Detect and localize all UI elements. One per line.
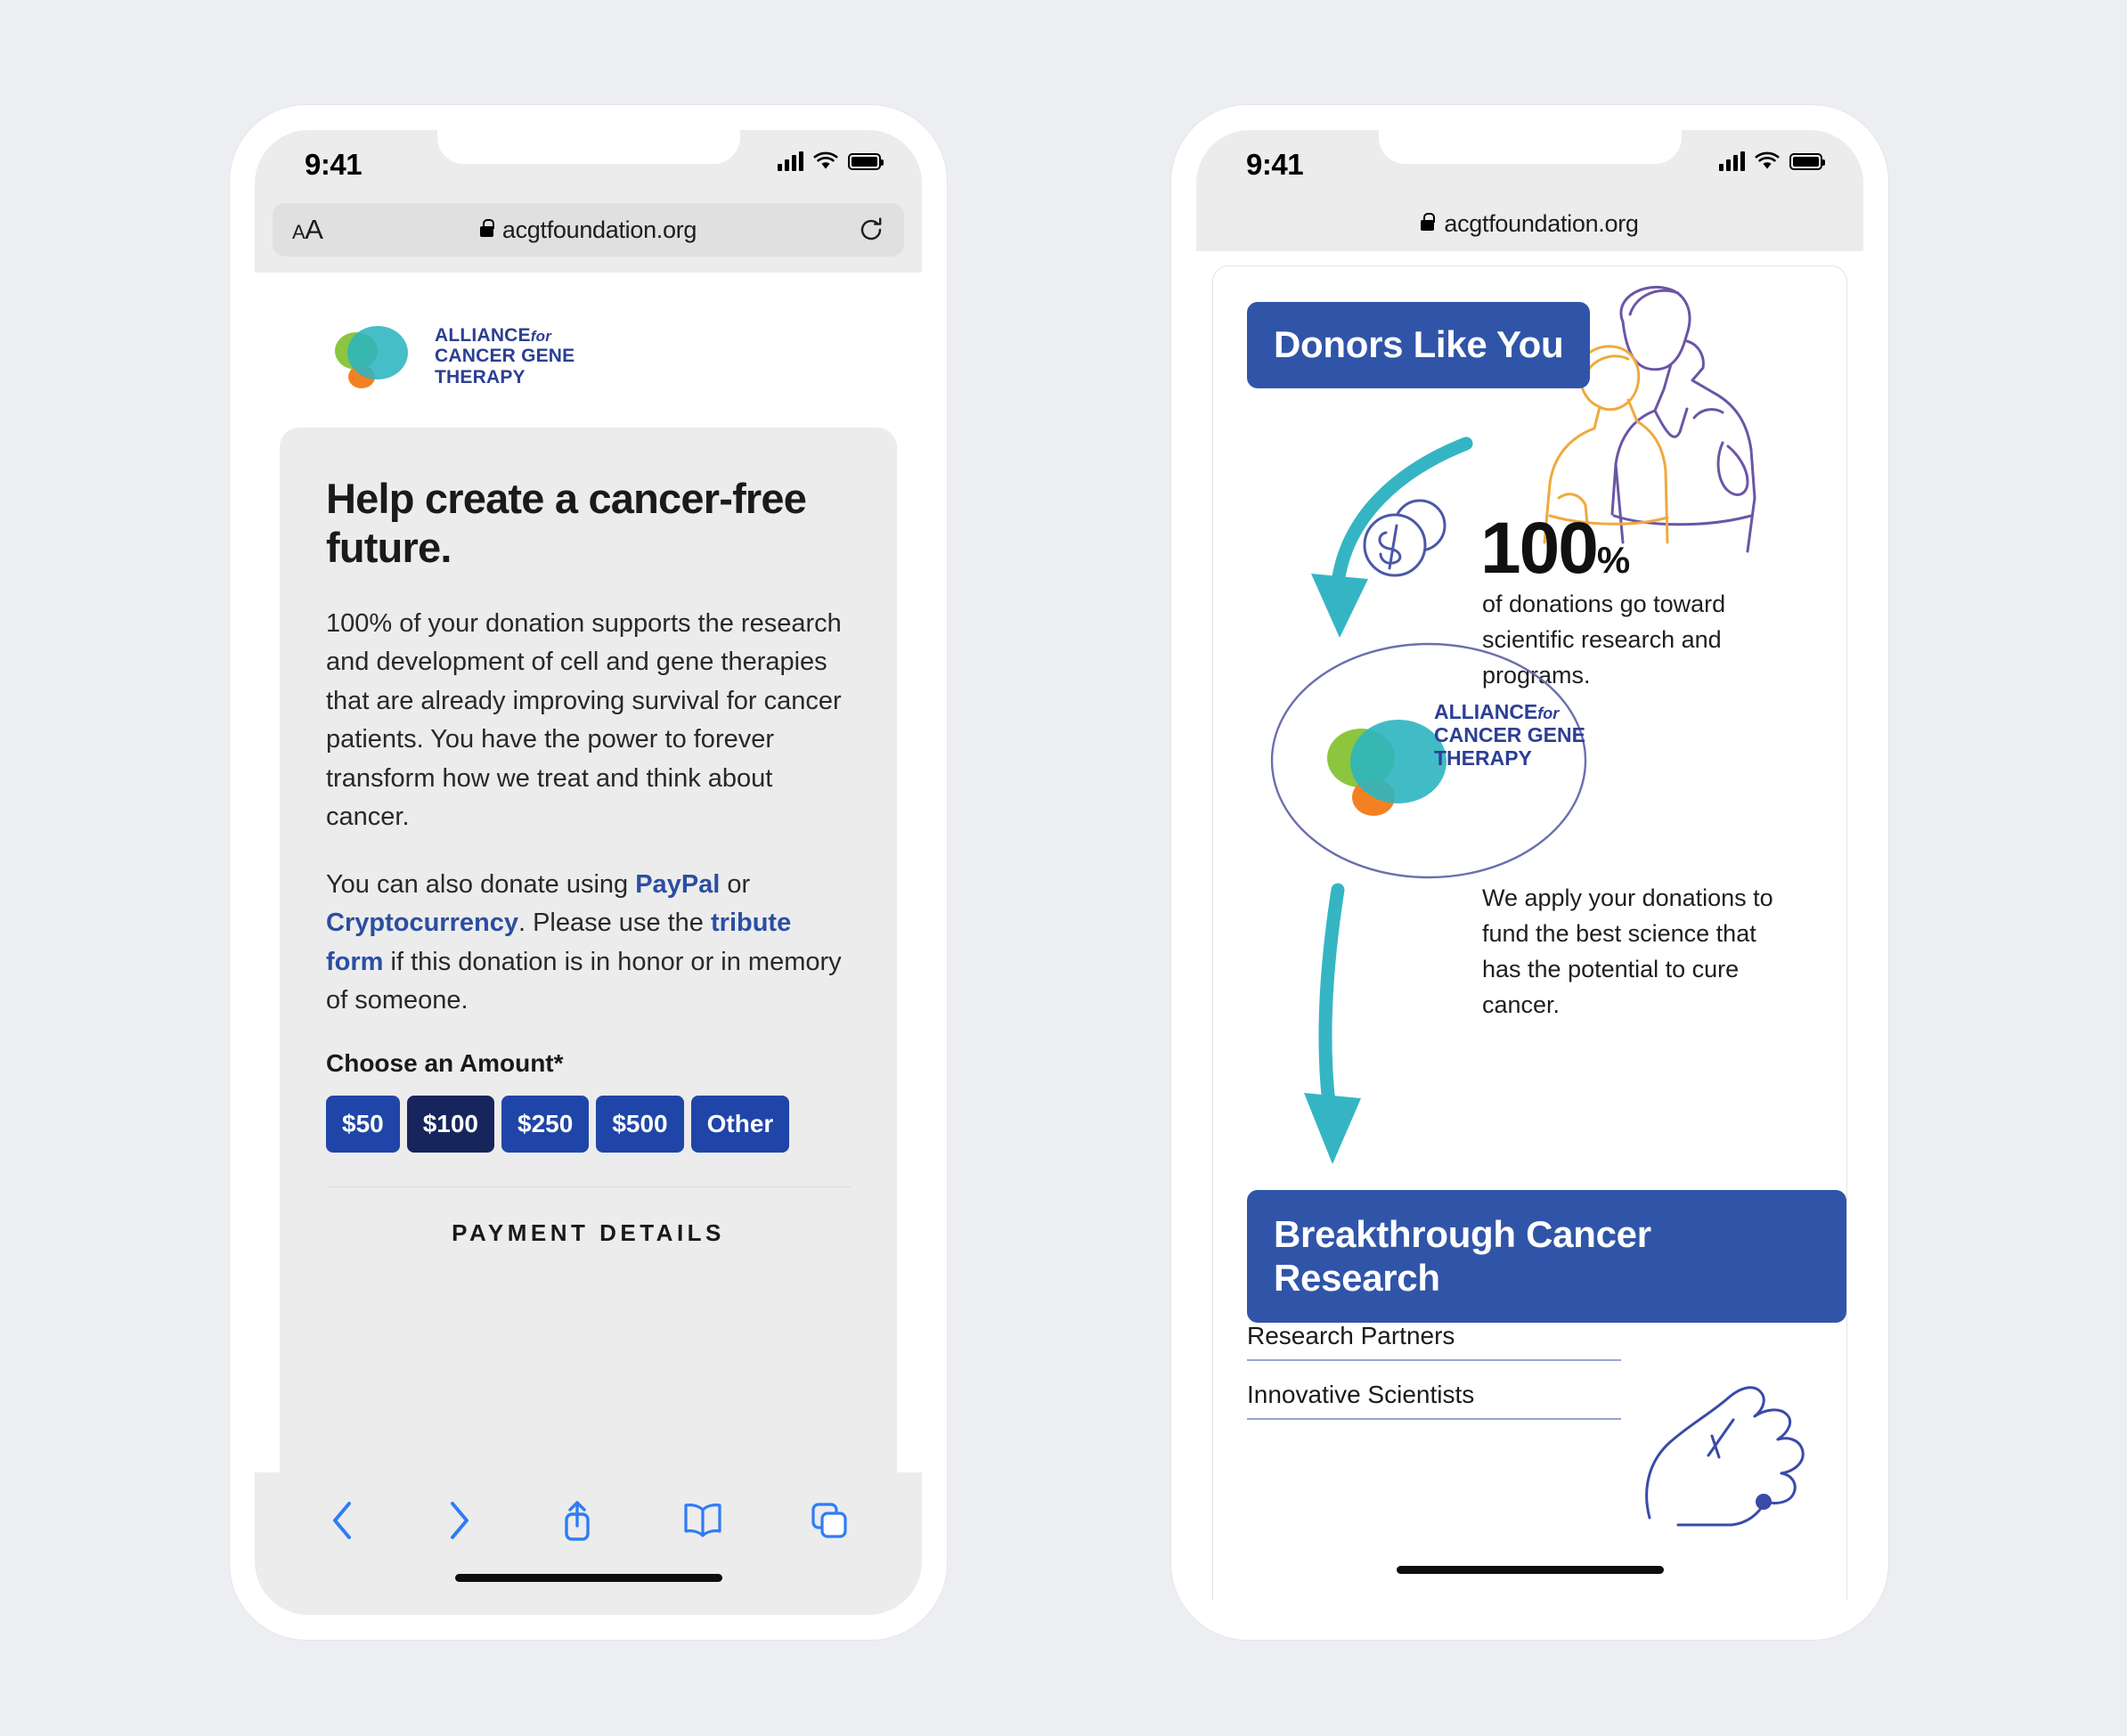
donation-card: Help create a cancer-free future. 100% o… (280, 428, 897, 1472)
logo-line-2: CANCER GENE (1434, 723, 1585, 747)
forward-icon[interactable] (444, 1499, 474, 1542)
phone-left: 9:41 AA acgtfoundation.org ALLIANCEfor C… (230, 105, 947, 1640)
list-item: Research Partners (1247, 1322, 1621, 1361)
bookmarks-icon[interactable] (681, 1502, 724, 1539)
wifi-icon (1755, 151, 1780, 169)
intro-paragraph: 100% of your donation supports the resea… (326, 608, 842, 832)
amount-button-500[interactable]: $500 (596, 1095, 684, 1153)
logo-line-1-italic: for (1537, 705, 1560, 722)
stat-percent-sign: % (1596, 539, 1631, 581)
page-content-right: 100% of donations go toward scientific r… (1196, 251, 1863, 1615)
logo-line-2: CANCER GENE (435, 346, 575, 367)
stat-number: 100 (1480, 508, 1599, 589)
lock-icon (1421, 213, 1436, 231)
pill-donors-like-you: Donors Like You (1247, 302, 1591, 388)
address-bar-compact[interactable]: acgtfoundation.org (1196, 196, 1863, 251)
acgt-logo-mark (326, 319, 419, 394)
partner-list: Research Partners Innovative Scientists (1247, 1322, 1621, 1439)
screenshot-stage: 9:41 AA acgtfoundation.org ALLIANCEfor C… (0, 0, 2127, 1736)
url-text: acgtfoundation.org (501, 216, 697, 243)
phone-left-screen: 9:41 AA acgtfoundation.org ALLIANCEfor C… (255, 130, 922, 1615)
browser-toolbar (255, 1472, 922, 1569)
lock-icon (479, 219, 494, 237)
battery-icon (1789, 152, 1825, 170)
site-logo: ALLIANCEfor CANCER GENE THERAPY (255, 273, 922, 394)
notch (1378, 130, 1682, 164)
reload-icon[interactable] (858, 216, 884, 243)
cryptocurrency-link[interactable]: Cryptocurrency (326, 909, 518, 937)
apply-description: We apply your donations to fund the best… (1482, 884, 1773, 1018)
amount-button-50[interactable]: $50 (326, 1095, 400, 1153)
hand-line-art-icon (1645, 1386, 1805, 1527)
address-bar[interactable]: AA acgtfoundation.org (273, 203, 904, 257)
logo-line-1: ALLIANCE (435, 324, 531, 346)
text-segment-2: or (720, 869, 751, 899)
status-clock: 9:41 (1246, 148, 1304, 181)
url-display[interactable]: acgtfoundation.org (273, 216, 904, 244)
notch (436, 130, 740, 164)
status-bar-right: 9:41 (1196, 130, 1863, 196)
amount-button-other[interactable]: Other (690, 1095, 790, 1153)
home-indicator-area-right (1196, 1566, 1863, 1574)
paypal-link[interactable]: PayPal (635, 870, 720, 899)
status-icons (778, 151, 884, 171)
browser-chrome-left: AA acgtfoundation.org (255, 196, 922, 273)
text-segment-1: You can also donate using (326, 869, 636, 899)
list-item: Innovative Scientists (1247, 1381, 1621, 1420)
home-indicator[interactable] (1396, 1566, 1664, 1574)
status-icons (1719, 151, 1825, 171)
choose-amount-label: Choose an Amount* (326, 1048, 564, 1077)
text-segment-3: . Please use the (517, 909, 711, 938)
logo-line-3: THERAPY (435, 366, 526, 387)
cellular-signal-icon (1719, 151, 1745, 171)
arrow-down-icon (1304, 883, 1361, 1164)
phone-right-screen: 9:41 acgtfoundation.org 100% of donation… (1196, 130, 1863, 1615)
tabs-icon[interactable] (810, 1501, 849, 1540)
logo-line-1: ALLIANCE (1434, 700, 1538, 723)
phone-right: 9:41 acgtfoundation.org 100% of donation… (1171, 105, 1888, 1640)
dollar-coin-icon (1363, 499, 1447, 577)
home-indicator-area-left (255, 1569, 922, 1615)
cellular-signal-icon (778, 151, 803, 171)
acgt-logo-wordmark: ALLIANCEfor CANCER GENE THERAPY (435, 325, 575, 388)
logo-line-1-italic: for (530, 327, 552, 345)
amount-button-100[interactable]: $100 (406, 1095, 495, 1153)
text-segment-4: if this donation is in honor or in memor… (326, 947, 842, 1015)
page-content-left: ALLIANCEfor CANCER GENE THERAPY Help cre… (255, 273, 922, 1472)
logo-line-3: THERAPY (1434, 746, 1532, 770)
page-title: Help create a cancer-free future. (326, 475, 807, 572)
infographic-logo-wordmark: ALLIANCEfor CANCER GENE THERAPY (1434, 700, 1585, 770)
battery-icon (848, 152, 884, 170)
alternate-donation-paragraph: You can also donate using PayPal or Cryp… (326, 866, 851, 1021)
section-divider (326, 1186, 851, 1187)
stat-number-block: 100% (1480, 507, 1630, 591)
url-text: acgtfoundation.org (1444, 209, 1639, 237)
amount-button-group: $50 $100 $250 $500 Other (326, 1095, 851, 1153)
wifi-icon (813, 151, 838, 169)
back-icon[interactable] (328, 1499, 358, 1542)
share-icon[interactable] (558, 1498, 596, 1543)
status-clock: 9:41 (305, 148, 363, 181)
amount-button-250[interactable]: $250 (501, 1095, 590, 1153)
pill-breakthrough-cancer-research: Breakthrough Cancer Research (1247, 1190, 1846, 1324)
infographic-card: 100% of donations go toward scientific r… (1212, 265, 1847, 1615)
status-bar-left: 9:41 (255, 130, 922, 196)
payment-details-heading: PAYMENT DETAILS (452, 1218, 725, 1246)
home-indicator[interactable] (454, 1574, 722, 1582)
